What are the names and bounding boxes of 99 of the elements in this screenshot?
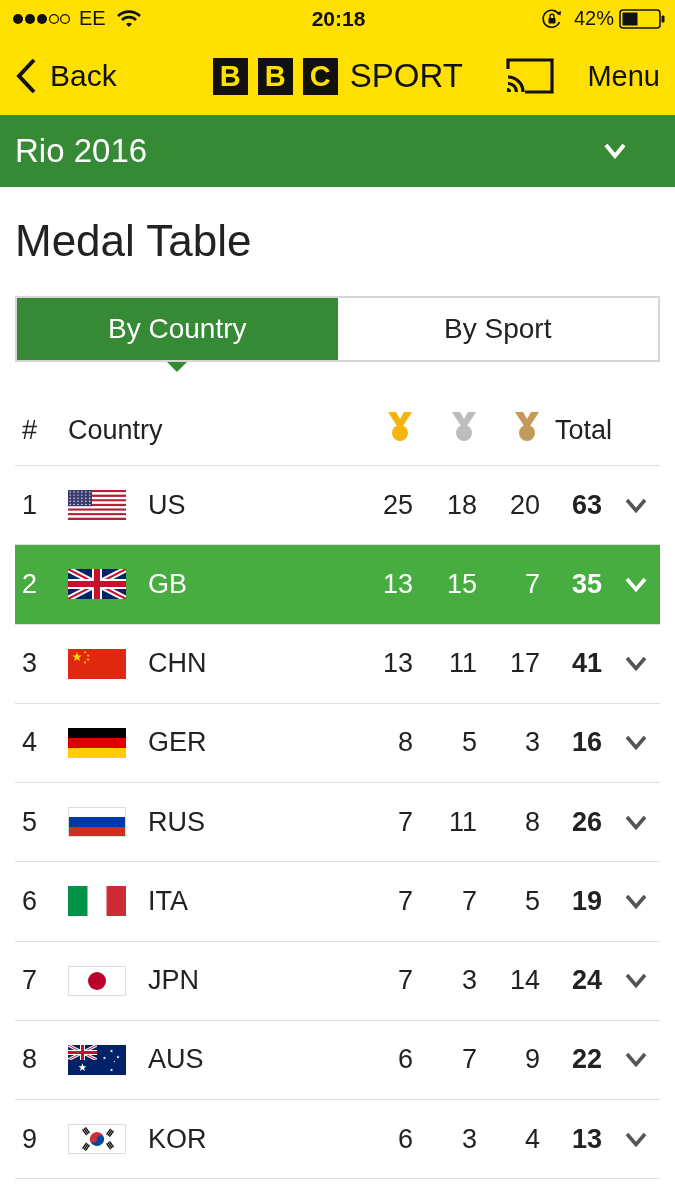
union-jack-flag-icon: [68, 569, 126, 600]
chevron-down-icon[interactable]: [625, 814, 647, 830]
medal-count: 13: [382, 648, 413, 680]
section-dropdown[interactable]: Rio 2016: [0, 115, 675, 187]
medal-count: 14: [509, 965, 540, 997]
battery-icon: [619, 8, 665, 29]
chevron-down-icon[interactable]: [625, 1052, 647, 1068]
battery-percentage: 42%: [573, 7, 614, 30]
medal-count: 7: [397, 965, 413, 997]
medal-count: 18: [446, 489, 477, 521]
medal-count: 3: [461, 965, 477, 997]
total-count: 35: [571, 568, 602, 600]
total-count: 24: [571, 965, 602, 997]
russia-flag-icon: [68, 807, 126, 838]
rank-number: 4: [22, 727, 39, 759]
chevron-down-icon[interactable]: [625, 735, 647, 751]
germany-flag-icon: [68, 727, 126, 758]
medal-count: 15: [446, 568, 477, 600]
medal-count: 17: [509, 648, 540, 680]
medal-count: 7: [524, 568, 540, 600]
table-row[interactable]: 9 KOR 6 3 4 13: [15, 1100, 660, 1180]
chevron-down-icon[interactable]: [625, 893, 647, 909]
medal-count: 20: [509, 489, 540, 521]
medal-count: 6: [397, 1123, 413, 1155]
medal-count: 8: [397, 727, 413, 759]
medal-count: 3: [461, 1123, 477, 1155]
country-code: KOR: [148, 1123, 208, 1155]
medal-count: 25: [382, 489, 413, 521]
back-chevron-icon[interactable]: [15, 57, 37, 95]
country-code: GER: [148, 727, 208, 759]
medal-count: 13: [382, 568, 413, 600]
medal-count: 4: [524, 1123, 540, 1155]
table-row[interactable]: 6 ITA 7 7 5 19: [15, 862, 660, 942]
table-row[interactable]: 8 AUS 6 7 9 22: [15, 1020, 660, 1100]
medal-count: 7: [461, 1044, 477, 1076]
medal-count: 11: [448, 806, 477, 838]
rank-number: 5: [22, 806, 39, 838]
medal-count: 7: [461, 885, 477, 917]
chevron-down-icon[interactable]: [625, 656, 647, 672]
medal-count: 6: [397, 1044, 413, 1076]
logo-letter-block: C: [302, 57, 338, 95]
clock-time: 20:18: [311, 6, 366, 31]
rank-number: 1: [22, 489, 39, 521]
country-code: CHN: [148, 648, 208, 680]
table-row[interactable]: 7 JPN 7 3 14 24: [15, 941, 660, 1021]
cast-icon[interactable]: [504, 57, 555, 95]
total-count: 41: [571, 648, 602, 680]
china-flag-icon: [68, 648, 126, 679]
total-count: 13: [571, 1123, 602, 1155]
carrier-name: EE: [79, 7, 106, 30]
south-korea-flag-icon: [68, 1124, 126, 1155]
country-code: ITA: [148, 885, 189, 917]
country-code: JPN: [148, 965, 200, 997]
medal-count: 3: [524, 727, 540, 759]
total-count: 22: [571, 1044, 602, 1076]
page-title: Medal Table: [15, 215, 253, 267]
country-code: GB: [148, 568, 188, 600]
australia-flag-icon: [68, 1044, 126, 1075]
logo-letter-block: B: [212, 57, 248, 95]
back-link[interactable]: Back: [15, 57, 117, 95]
medal-count: 9: [524, 1044, 540, 1076]
rank-number: 3: [22, 648, 39, 680]
medal-count: 7: [397, 806, 413, 838]
medal-count: 5: [524, 885, 540, 917]
japan-flag-icon: [68, 965, 126, 996]
rank-number: 6: [22, 885, 39, 917]
medal-count: 5: [461, 727, 477, 759]
table-row[interactable]: 5 RUS 7 11 8 26: [15, 783, 660, 863]
column-header: Total: [554, 414, 614, 446]
rank-number: 8: [22, 1044, 39, 1076]
country-code: AUS: [148, 1044, 205, 1076]
medal-count: 8: [524, 806, 540, 838]
column-header: #: [22, 414, 39, 446]
country-code: US: [148, 489, 187, 521]
rank-number: 7: [22, 965, 39, 997]
rank-number: 9: [22, 1123, 39, 1155]
wifi-icon: [116, 9, 141, 28]
table-row[interactable]: 4 GER 8 5 3 16: [15, 703, 660, 783]
logo-letter-block: B: [257, 57, 293, 95]
us-flag-icon: [68, 490, 126, 521]
chevron-down-icon[interactable]: [625, 497, 647, 513]
menu-button[interactable]: Menu: [587, 59, 660, 93]
medal-count: 11: [448, 648, 477, 680]
total-count: 19: [571, 885, 602, 917]
rank-number: 2: [22, 568, 39, 600]
rotation-lock-icon: [540, 7, 563, 30]
total-count: 16: [571, 727, 602, 759]
italy-flag-icon: [68, 886, 126, 917]
medal-count: 7: [397, 885, 413, 917]
country-code: RUS: [148, 806, 206, 838]
chevron-down-icon[interactable]: [625, 1131, 647, 1147]
total-count: 63: [571, 489, 602, 521]
column-header: Country: [68, 414, 164, 446]
signal-strength-icon: [12, 12, 71, 25]
table-row[interactable]: 3 CHN 13 11 17 41: [15, 624, 660, 704]
chevron-down-icon[interactable]: [625, 973, 647, 989]
logo-wordmark: SPORT: [349, 57, 463, 95]
tab[interactable]: By Country: [17, 298, 338, 360]
total-count: 26: [571, 806, 602, 838]
